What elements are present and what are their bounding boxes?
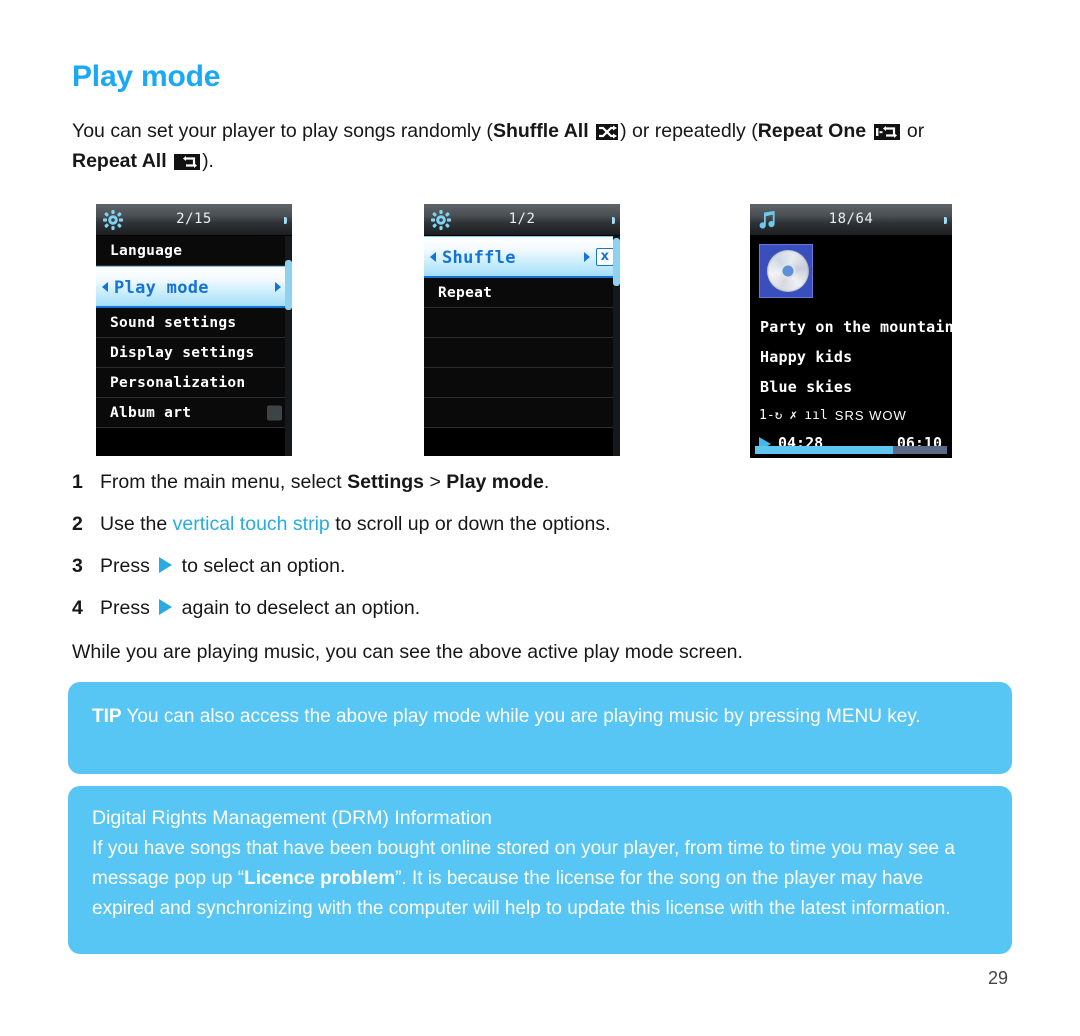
menu-item-sound-settings[interactable]: Sound settings	[96, 308, 292, 338]
statusbar: 1/2	[424, 204, 620, 236]
now-playing-screen: 18/64 Party on the mountain Happy kids B…	[750, 204, 952, 458]
drm-body: If you have songs that have been bought …	[92, 834, 988, 924]
step-number: 2	[72, 513, 83, 535]
left-arrow-icon	[102, 281, 108, 292]
page-title: Play mode	[72, 60, 221, 93]
note-text: While you are playing music, you can see…	[72, 641, 743, 663]
scrollbar-thumb[interactable]	[285, 260, 292, 310]
scrollbar-track[interactable]	[613, 236, 620, 456]
play-arrow-icon	[159, 557, 173, 573]
step-number: 1	[72, 471, 83, 493]
shuffle-checkbox[interactable]: x	[596, 247, 614, 266]
now-playing-body: Party on the mountain Happy kids Blue sk…	[750, 236, 952, 458]
tip-text: You can also access the above play mode …	[121, 706, 921, 727]
step-bold-play-mode: Play mode	[446, 471, 544, 493]
repeat-one-label: Repeat One	[757, 120, 867, 142]
drm-heading: Digital Rights Management (DRM) Informat…	[92, 807, 492, 829]
repeat-all-label: Repeat All	[72, 150, 167, 172]
menu-item-repeat[interactable]: Repeat	[424, 278, 620, 308]
play-arrow-icon	[159, 599, 173, 615]
manual-page: Play mode You can set your player to pla…	[0, 0, 1080, 1036]
step-text-after: to scroll up or down the options.	[329, 513, 611, 535]
page-number: 29	[987, 968, 1008, 988]
menu-item-empty	[424, 338, 620, 368]
toggle-box-icon[interactable]	[267, 405, 282, 420]
menu-item-label: Album art	[110, 405, 192, 421]
shuffle-icon: ✗	[789, 408, 798, 423]
statusbar: 2/15	[96, 204, 292, 236]
step-number: 3	[72, 555, 83, 577]
scrollbar-thumb[interactable]	[613, 238, 620, 286]
menu-item-label: Display settings	[110, 345, 255, 361]
menu-item-shuffle[interactable]: Shuffle x	[424, 236, 620, 278]
track-title: Party on the mountain	[760, 318, 952, 336]
right-arrow-icon	[275, 281, 281, 292]
shuffle-all-label: Shuffle All	[492, 120, 589, 142]
shuffle-all-icon	[596, 124, 619, 140]
step-text-before: From the main menu, select	[100, 471, 348, 493]
audio-effect-label: SRS WOW	[834, 408, 907, 423]
instruction-steps: 1 From the main menu, select Settings > P…	[72, 468, 972, 666]
menu-item-label: Shuffle	[442, 248, 516, 268]
menu-item-empty	[424, 398, 620, 428]
step-number: 4	[72, 597, 83, 619]
intro-paragraph: You can set your player to play songs ra…	[72, 116, 980, 176]
step-separator: >	[424, 471, 447, 493]
track-album: Blue skies	[760, 378, 853, 396]
repeat-one-icon	[873, 124, 900, 140]
menu-item-label: Play mode	[114, 278, 209, 298]
play-mode-menu-screen: 1/2 Shuffle x Repeat	[424, 204, 620, 456]
intro-part2: ) or repeatedly (	[620, 120, 758, 142]
tip-label: TIP	[92, 706, 122, 727]
vertical-touch-strip-link[interactable]: vertical touch strip	[173, 513, 330, 535]
left-arrow-icon	[430, 251, 436, 262]
settings-menu-screen: 2/15 Language Play mode Sound settings D…	[96, 204, 292, 456]
menu-list: Language Play mode Sound settings Displa…	[96, 236, 292, 428]
menu-item-display-settings[interactable]: Display settings	[96, 338, 292, 368]
repeat-all-icon	[174, 154, 201, 170]
menu-item-album-art[interactable]: Album art	[96, 398, 292, 428]
menu-item-play-mode[interactable]: Play mode	[96, 266, 292, 308]
progress-bar[interactable]	[755, 446, 947, 454]
menu-item-label: Repeat	[438, 285, 493, 301]
tip-callout: TIP You can also access the above play m…	[68, 682, 1012, 774]
right-arrow-icon	[584, 251, 590, 262]
menu-item-label: Personalization	[110, 375, 246, 391]
statusbar: 18/64	[750, 204, 952, 236]
step-text-before: Press	[100, 555, 156, 577]
mode-icon-row: 1-↻ ✗ ııl SRS WOW	[759, 408, 907, 423]
intro-part4: ).	[202, 150, 214, 172]
equalizer-icon: ııl	[804, 408, 828, 423]
scrollbar-track[interactable]	[285, 236, 292, 456]
repeat-one-icon: 1-↻	[759, 408, 783, 423]
step-text-after: again to deselect an option.	[176, 597, 421, 619]
menu-item-empty	[424, 308, 620, 338]
progress-bar-fill	[755, 446, 894, 454]
step-1: 1 From the main menu, select Settings > P…	[72, 468, 972, 496]
page-indicator: 2/15	[176, 211, 212, 227]
step-3: 3 Press to select an option.	[72, 552, 972, 580]
licence-problem-label: Licence problem	[244, 868, 396, 889]
menu-list: Shuffle x Repeat	[424, 236, 620, 428]
step-bold-settings: Settings	[347, 471, 425, 493]
step-text-before: Use the	[100, 513, 173, 535]
menu-item-personalization[interactable]: Personalization	[96, 368, 292, 398]
step-text-before: Press	[100, 597, 156, 619]
menu-item-label: Sound settings	[110, 315, 237, 331]
intro-part3: or	[901, 120, 925, 142]
step-text-after: to select an option.	[176, 555, 346, 577]
step-4: 4 Press again to deselect an option.	[72, 594, 972, 622]
page-indicator: 18/64	[828, 211, 874, 227]
menu-item-language[interactable]: Language	[96, 236, 292, 266]
step-2: 2 Use the vertical touch strip to scroll …	[72, 510, 972, 538]
track-artist: Happy kids	[760, 348, 853, 366]
intro-part1: You can set your player to play songs ra…	[72, 120, 493, 142]
page-indicator: 1/2	[508, 211, 536, 227]
step-text-after: .	[543, 471, 550, 493]
menu-item-empty	[424, 368, 620, 398]
drm-callout: Digital Rights Management (DRM) Informat…	[68, 786, 1012, 954]
cd-album-art	[759, 244, 813, 298]
device-screenshots: 2/15 Language Play mode Sound settings D…	[0, 204, 1080, 460]
menu-item-label: Language	[110, 243, 183, 259]
